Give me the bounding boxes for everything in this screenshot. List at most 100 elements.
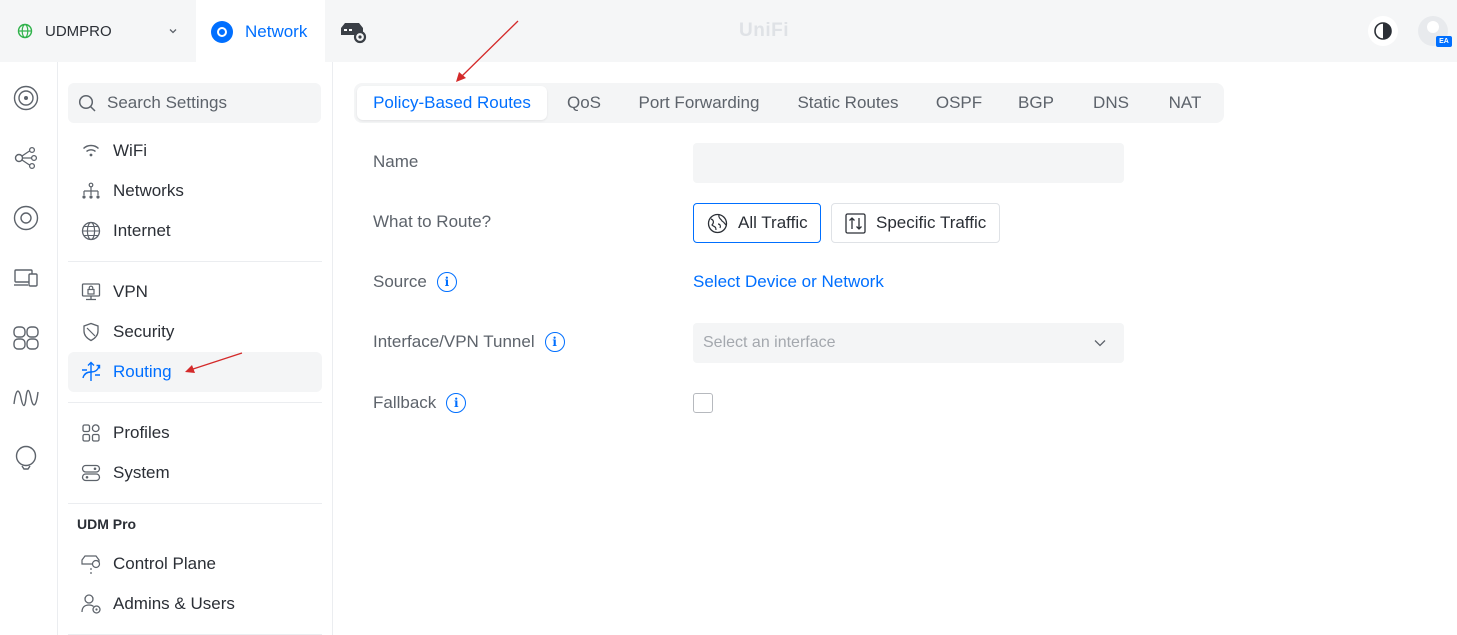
interface-placeholder: Select an interface [703, 334, 836, 351]
rail-insights[interactable] [11, 443, 41, 473]
control-plane-icon [78, 554, 104, 575]
nav-item-admins-users[interactable]: Admins & Users [68, 584, 322, 624]
what-to-route-label-text: What to Route? [373, 212, 492, 231]
shield-icon [78, 322, 104, 342]
tab-nat[interactable]: NAT [1156, 86, 1214, 120]
nav-item-security[interactable]: Security [68, 312, 322, 352]
rail-clients[interactable] [11, 263, 41, 293]
vpn-icon [78, 282, 104, 302]
tab-bgp[interactable]: BGP [1010, 86, 1062, 120]
nav-item-label: Networks [113, 181, 184, 200]
nav-item-label: Routing [113, 362, 172, 381]
network-app-icon [211, 20, 233, 43]
rail-devices[interactable] [11, 203, 41, 233]
nav-item-label: Security [113, 322, 175, 341]
insights-icon [15, 445, 37, 470]
interface-label-text: Interface/VPN Tunnel [373, 332, 535, 351]
site-selector[interactable]: UDMPRO [0, 0, 196, 62]
avatar-badge: EA [1436, 36, 1452, 47]
tab-policy-based-routes[interactable]: Policy-Based Routes [357, 86, 547, 120]
nav-item-system[interactable]: System [68, 453, 322, 493]
select-device-network-link[interactable]: Select Device or Network [693, 272, 884, 292]
dashboard-icon [13, 85, 39, 111]
wifi-icon [78, 141, 104, 161]
ports-icon [13, 326, 39, 350]
networks-icon [78, 181, 104, 201]
chevron-down-icon [1094, 340, 1106, 347]
nav-item-internet[interactable]: Internet [68, 211, 322, 251]
nav-divider [68, 503, 322, 504]
settings-nav: WiFi Networks Internet VPN Security Rout… [58, 62, 333, 635]
nav-item-control-plane[interactable]: Control Plane [68, 544, 322, 584]
tab-qos[interactable]: QoS [554, 86, 614, 120]
network-app-tab[interactable]: Network [196, 0, 325, 63]
nav-item-vpn[interactable]: VPN [68, 272, 322, 312]
system-icon [78, 463, 104, 483]
name-label: Name [373, 152, 418, 172]
interface-select[interactable]: Select an interface [693, 323, 1124, 363]
fallback-label-text: Fallback [373, 393, 437, 412]
globe-icon [706, 212, 728, 234]
tab-port-forwarding[interactable]: Port Forwarding [628, 86, 770, 120]
chevron-down-icon [169, 29, 177, 34]
up-down-arrows-icon [844, 212, 866, 234]
nav-item-label: WiFi [113, 141, 147, 160]
nav-item-networks[interactable]: Networks [68, 171, 322, 211]
rail-radios[interactable] [11, 383, 41, 413]
nav-item-routing[interactable]: Routing [68, 352, 322, 392]
fallback-checkbox[interactable] [693, 393, 713, 413]
source-label: Source i [373, 272, 457, 292]
info-icon[interactable]: i [436, 272, 457, 292]
source-label-text: Source [373, 272, 427, 291]
tab-ospf[interactable]: OSPF [926, 86, 992, 120]
nav-section-title: UDM Pro [77, 516, 137, 532]
search-input[interactable] [107, 93, 307, 113]
globe-icon [17, 23, 33, 39]
nav-item-profiles[interactable]: Profiles [68, 413, 322, 453]
rail-topology[interactable] [11, 143, 41, 173]
clients-icon [14, 269, 38, 287]
name-label-text: Name [373, 152, 419, 171]
top-bar: UDMPRO Network UniFi EA [0, 0, 1457, 63]
tab-dns[interactable]: DNS [1082, 86, 1140, 120]
app-icon-rail [0, 62, 58, 635]
specific-traffic-label: Specific Traffic [876, 213, 987, 232]
radio-waves-icon [13, 389, 39, 407]
fallback-label: Fallback i [373, 393, 467, 413]
theme-toggle-button[interactable] [1368, 16, 1398, 46]
unifi-logo: UniFi [739, 20, 789, 41]
interface-label: Interface/VPN Tunnel i [373, 332, 565, 352]
nav-item-label: Control Plane [113, 554, 217, 573]
nav-divider [68, 261, 322, 262]
nav-divider [68, 402, 322, 403]
search-icon [78, 94, 96, 112]
device-settings-icon[interactable] [338, 20, 368, 44]
nav-item-label: Admins & Users [113, 594, 235, 613]
specific-traffic-button[interactable]: Specific Traffic [831, 203, 1000, 243]
network-app-label: Network [245, 21, 308, 41]
user-avatar[interactable]: EA [1418, 16, 1452, 47]
devices-icon [13, 205, 39, 231]
info-icon[interactable]: i [446, 393, 467, 413]
nav-item-wifi[interactable]: WiFi [68, 131, 322, 171]
info-icon[interactable]: i [544, 332, 565, 352]
routing-icon [78, 361, 104, 382]
nav-item-label: Internet [113, 221, 171, 240]
site-name: UDMPRO [45, 22, 112, 40]
name-input[interactable] [693, 143, 1124, 183]
contrast-icon [1374, 22, 1392, 40]
globe-icon [78, 221, 104, 241]
admins-icon [78, 594, 104, 614]
tab-static-routes[interactable]: Static Routes [786, 86, 910, 120]
rail-ports[interactable] [11, 323, 41, 353]
all-traffic-button[interactable]: All Traffic [693, 203, 821, 243]
routing-tabs: Policy-Based Routes QoS Port Forwarding … [354, 83, 1224, 123]
rail-dashboard[interactable] [11, 83, 41, 113]
nav-item-label: Profiles [113, 423, 170, 442]
profiles-icon [78, 423, 104, 443]
avatar-head [1427, 21, 1439, 33]
all-traffic-label: All Traffic [738, 213, 808, 232]
topology-icon [14, 146, 38, 170]
nav-item-label: VPN [113, 282, 148, 301]
search-settings[interactable] [68, 83, 321, 123]
